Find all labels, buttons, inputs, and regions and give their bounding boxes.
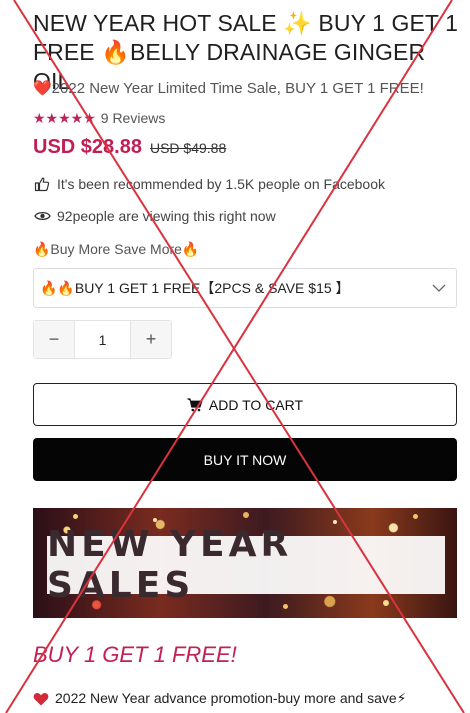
rating[interactable]: ★★★★★ 9 Reviews — [33, 109, 165, 127]
heart-icon — [33, 692, 49, 706]
cart-icon — [187, 397, 203, 412]
quantity-decrease-button[interactable]: − — [34, 321, 74, 358]
buy-now-label: BUY IT NOW — [203, 451, 287, 468]
quantity-stepper[interactable]: − 1 + — [33, 320, 172, 359]
add-to-cart-label: ADD TO CART — [208, 396, 304, 413]
buy-now-button[interactable]: BUY IT NOW — [33, 438, 457, 481]
promo-line: 2022 New Year advance promotion-buy more… — [33, 690, 407, 707]
new-year-banner-image: NEW YEAR SALES — [33, 508, 457, 618]
sale-price: USD $28.88 — [33, 136, 142, 158]
compare-price: USD $49.88 — [149, 140, 227, 156]
price-row: USD $28.88 USD $49.88 — [33, 136, 226, 162]
recommended-text: It's been recommended by 1.5K people on … — [57, 176, 385, 192]
quantity-input[interactable]: 1 — [74, 321, 131, 358]
add-to-cart-button[interactable]: ADD TO CART — [33, 383, 457, 426]
reviews-link[interactable]: 9 Reviews — [101, 110, 166, 126]
product-subtitle: ❤️2022 New Year Limited Time Sale, BUY 1… — [33, 80, 424, 97]
banner-band: NEW YEAR SALES — [47, 524, 445, 606]
buy-more-label: 🔥Buy More Save More🔥 — [33, 241, 200, 257]
recommended-info: It's been recommended by 1.5K people on … — [33, 176, 385, 192]
star-rating-icon: ★★★★★ — [33, 109, 96, 126]
eye-icon — [33, 208, 51, 224]
viewing-info: 92people are viewing this right now — [33, 208, 276, 224]
viewing-text: 92people are viewing this right now — [57, 208, 276, 224]
promo-line-text: 2022 New Year advance promotion-buy more… — [55, 690, 407, 706]
chevron-down-icon — [432, 280, 446, 299]
thumbs-up-icon — [33, 176, 51, 192]
banner-text: NEW YEAR SALES — [47, 524, 293, 606]
quantity-increase-button[interactable]: + — [131, 321, 171, 358]
promo-heading: BUY 1 GET 1 FREE! — [33, 642, 237, 667]
variant-select[interactable]: 🔥🔥BUY 1 GET 1 FREE【2PCS & SAVE $15 】 — [33, 268, 457, 308]
variant-selected-value: 🔥🔥BUY 1 GET 1 FREE【2PCS & SAVE $15 】 — [40, 280, 350, 296]
